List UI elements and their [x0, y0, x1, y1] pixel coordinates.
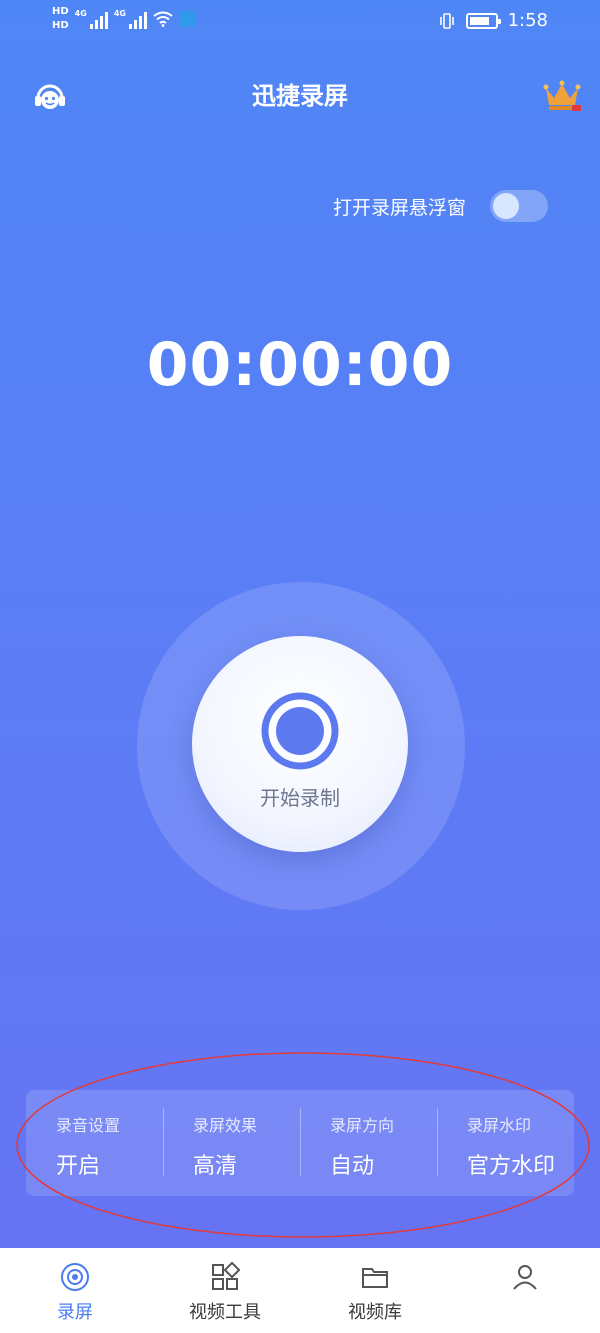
setting-value: 官方水印: [467, 1154, 556, 1179]
hd-indicator-bottom: HD: [52, 20, 69, 31]
setting-title: 录屏水印: [467, 1116, 532, 1135]
recording-timer: 00:00:00: [146, 330, 454, 400]
setting-title: 录屏方向: [330, 1116, 395, 1135]
signal-icon-2: 4G: [114, 9, 147, 29]
setting-watermark[interactable]: 录屏水印 官方水印: [437, 1090, 574, 1196]
signal-icon-1: 4G: [75, 9, 108, 29]
setting-audio[interactable]: 录音设置 开启: [26, 1090, 163, 1196]
nav-item-video-library[interactable]: 视频库: [300, 1248, 450, 1333]
page-title: 迅捷录屏: [252, 82, 348, 110]
status-right: 1:58: [438, 10, 548, 31]
battery-icon: [465, 12, 501, 29]
nav-label: 录屏: [57, 1302, 93, 1323]
start-recording-button[interactable]: 开始录制: [192, 636, 408, 852]
setting-value: 自动: [330, 1154, 375, 1179]
record-icon: [261, 692, 339, 770]
user-icon: [513, 1265, 537, 1290]
bottom-navigation: 录屏 视频工具 视频库: [0, 1248, 600, 1333]
hd-indicators: HD HD: [52, 6, 69, 32]
screen-recorder-app: HD HD 4G 4G 1:58 迅捷录屏 打开录屏悬浮窗 00:00:00 开…: [0, 0, 600, 1248]
folder-icon: [362, 1268, 388, 1288]
toggle-knob: [493, 193, 519, 219]
floating-window-toggle[interactable]: [490, 190, 548, 222]
clock: 1:58: [507, 10, 548, 31]
vibrate-icon: [439, 12, 454, 29]
nav-label: 视频库: [348, 1302, 402, 1323]
floating-window-label: 打开录屏悬浮窗: [332, 196, 466, 219]
notification-app-icon: [178, 11, 195, 27]
network-type-1: 4G: [74, 9, 87, 18]
wifi-icon: [153, 11, 173, 27]
status-left: HD HD 4G 4G: [52, 6, 195, 32]
setting-orientation[interactable]: 录屏方向 自动: [300, 1090, 437, 1196]
setting-title: 录音设置: [56, 1116, 121, 1135]
vip-crown-icon[interactable]: [542, 78, 582, 112]
nav-item-video-tools[interactable]: 视频工具: [150, 1248, 300, 1333]
app-header: 迅捷录屏: [0, 60, 600, 124]
nav-item-profile[interactable]: [450, 1248, 600, 1333]
nav-item-record[interactable]: 录屏: [0, 1248, 150, 1333]
start-recording-label: 开始录制: [260, 786, 340, 810]
nav-label: 视频工具: [189, 1302, 261, 1323]
recording-settings-panel: 录音设置 开启 录屏效果 高清 录屏方向 自动 录屏水印 官方水印: [26, 1090, 574, 1196]
hd-indicator-top: HD: [52, 6, 69, 17]
setting-title: 录屏效果: [193, 1116, 258, 1135]
setting-value: 开启: [56, 1154, 101, 1179]
grid-icon: [212, 1262, 240, 1290]
floating-window-setting: 打开录屏悬浮窗: [333, 190, 548, 222]
network-type-2: 4G: [113, 9, 126, 18]
setting-quality[interactable]: 录屏效果 高清: [163, 1090, 300, 1196]
status-bar: HD HD 4G 4G 1:58: [0, 0, 600, 44]
setting-value: 高清: [193, 1154, 238, 1179]
disc-icon: [61, 1263, 89, 1291]
